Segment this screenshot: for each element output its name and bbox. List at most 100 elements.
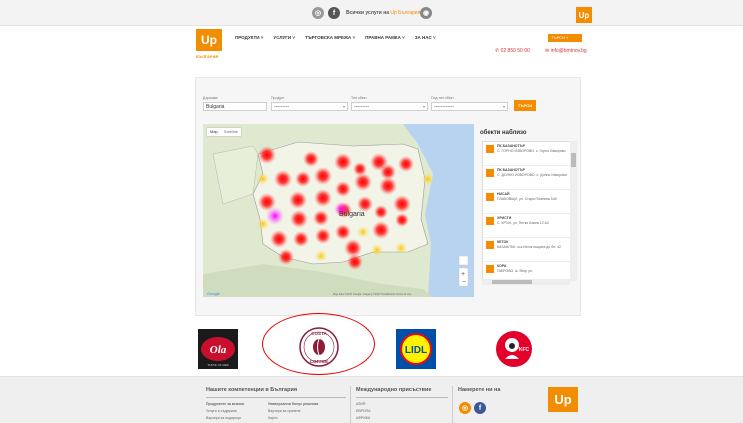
footer-col-international: Международно присъствие bbox=[356, 387, 431, 393]
location-marker-icon bbox=[486, 169, 494, 177]
footer-link[interactable]: Услуги и съдружия bbox=[206, 409, 237, 413]
list-item[interactable]: НИСАЙ ПЛАКОВЩИ, ул. Стара Планина ЪВ/ bbox=[483, 190, 571, 214]
facebook-icon[interactable]: f bbox=[328, 7, 340, 19]
costa-highlight-circle bbox=[262, 313, 375, 375]
objects-list[interactable]: ПК БАЗАНОТЪР С. ГОРНО ИЗВОРОВО, с. Горно … bbox=[482, 141, 572, 281]
item-name: ХРИСТИ bbox=[497, 216, 512, 220]
hotspot bbox=[372, 221, 390, 239]
zoom-out-icon[interactable]: − bbox=[462, 279, 466, 286]
chevron-down-icon: ▾ bbox=[422, 104, 425, 109]
top-tagline: Всички услуги на Up България bbox=[346, 10, 420, 16]
subtype-select[interactable]: ------------ ▾ bbox=[431, 102, 508, 111]
footer-column-divider bbox=[350, 386, 351, 423]
main-nav: ПРОДУКТИ ˅ УСЛУГИ ˅ ТЪРГОВСКА МРЕЖА ˅ ПР… bbox=[235, 35, 436, 40]
list-item[interactable]: ПК БАЗАНОТЪР С. ДОЛНО ИЗВОРОВО, с. Долно … bbox=[483, 166, 571, 190]
map-type-tabs: Map Satellite bbox=[207, 128, 242, 136]
scroll-thumb[interactable] bbox=[571, 153, 576, 167]
top-bar: ◎ f Всички услуги на Up България ◉ Up bbox=[0, 0, 743, 26]
footer-link[interactable]: ЕВРОПА bbox=[356, 409, 371, 413]
nav-about[interactable]: ЗА НАС ˅ bbox=[415, 35, 436, 40]
list-horizontal-scrollbar[interactable] bbox=[482, 279, 570, 285]
list-item[interactable]: ХРИСТИ С. КРЪН, ул. Петко Бакев 12 А2 bbox=[483, 214, 571, 238]
tagline-link[interactable]: Up България bbox=[390, 10, 420, 16]
footer-col-competences: Нашите компетенции в България bbox=[206, 387, 297, 393]
phone-number: 02 850 50 00 bbox=[500, 48, 530, 54]
hotspot bbox=[374, 205, 388, 219]
instagram-icon[interactable]: ◎ bbox=[459, 402, 471, 414]
item-name: ПК БАЗАНОТЪР bbox=[497, 168, 526, 172]
product-select[interactable]: --------- ▾ bbox=[271, 102, 348, 111]
country-input[interactable]: Bulgaria bbox=[203, 102, 267, 111]
footer-link[interactable]: Продуктите за всички bbox=[206, 402, 244, 406]
hotspot bbox=[295, 171, 311, 187]
ola-logo-graphic: Ola TASTE OF RED bbox=[198, 329, 238, 369]
phone-link[interactable]: ✆ 02 850 50 00 bbox=[495, 48, 530, 54]
lidl-logo-graphic: LIDL bbox=[396, 329, 436, 369]
ola-logo-text: Ola bbox=[210, 344, 227, 356]
item-name: ПК БАЗАНОТЪР bbox=[497, 144, 526, 148]
hotspot bbox=[274, 170, 292, 188]
map-view[interactable]: Bulgaria + − Map data ©2017 Google, Imag… bbox=[203, 124, 474, 297]
footer-link[interactable]: Ваучери за подаръци bbox=[206, 416, 241, 420]
map-canvas: Bulgaria + − Map data ©2017 Google, Imag… bbox=[203, 124, 474, 297]
globe-icon[interactable]: ◉ bbox=[420, 7, 432, 19]
list-vertical-scrollbar[interactable] bbox=[570, 141, 577, 281]
tab-map[interactable]: Map bbox=[207, 128, 221, 136]
instagram-icon[interactable]: ◎ bbox=[312, 7, 324, 19]
footer-up-logo[interactable]: Up bbox=[548, 387, 578, 412]
footer-link[interactable]: Универсални бонус решения bbox=[268, 402, 318, 406]
list-item[interactable]: ПК БАЗАНОТЪР С. ГОРНО ИЗВОРОВО, с. Горно … bbox=[483, 142, 571, 166]
list-item[interactable]: КЕТОК КАЗАНЛЪК, ж.к.Изток къщата до бл. 4… bbox=[483, 238, 571, 262]
location-marker-icon bbox=[486, 265, 494, 273]
nav-network[interactable]: ТЪРГОВСКА МРЕЖА ˅ bbox=[305, 35, 355, 40]
top-logo[interactable]: Up bbox=[576, 7, 592, 23]
hotspot bbox=[393, 195, 411, 213]
hotspot bbox=[357, 196, 373, 212]
hotspot bbox=[314, 167, 332, 185]
subtype-label: Под тип обект bbox=[431, 96, 454, 100]
scroll-thumb[interactable] bbox=[492, 280, 532, 284]
footer-divider bbox=[356, 397, 448, 398]
ola-logo[interactable]: Ola TASTE OF RED bbox=[198, 329, 238, 369]
nav-products[interactable]: ПРОДУКТИ ˅ bbox=[235, 35, 263, 40]
ola-tagline: TASTE OF RED bbox=[207, 363, 229, 367]
location-marker-icon bbox=[486, 145, 494, 153]
hotspot bbox=[398, 156, 414, 172]
footer-link[interactable]: АФРИКА bbox=[356, 416, 370, 420]
header-search-button[interactable]: ТЪРСИ ˅ bbox=[548, 34, 582, 42]
search-button[interactable]: ТЪРСИ bbox=[514, 100, 536, 111]
zoom-in-icon[interactable]: + bbox=[461, 271, 465, 278]
lidl-logo[interactable]: LIDL bbox=[396, 329, 436, 369]
type-value: --------- bbox=[354, 104, 369, 110]
nav-services[interactable]: УСЛУГИ ˅ bbox=[273, 35, 295, 40]
google-logo: Google bbox=[207, 291, 221, 296]
kfc-logo[interactable]: KFC bbox=[494, 329, 534, 369]
email-link[interactable]: ✉ info@bmtnov.bg bbox=[545, 48, 587, 54]
social-icons: ◎ f bbox=[312, 7, 340, 19]
footer-col3-title: Намерете ни на bbox=[458, 387, 501, 393]
objects-title: обекти наблизо bbox=[480, 130, 527, 136]
warmspot bbox=[422, 173, 434, 185]
location-marker-icon bbox=[486, 217, 494, 225]
email-address: info@bmtnov.bg bbox=[550, 48, 587, 54]
phone-icon: ✆ bbox=[495, 48, 500, 54]
facebook-icon[interactable]: f bbox=[474, 402, 486, 414]
tagline-prefix: Всички услуги на bbox=[346, 10, 390, 16]
up-logo[interactable]: Up bbox=[196, 29, 222, 51]
item-address: С. КРЪН, ул. Петко Бакев 12 А2 bbox=[497, 221, 549, 225]
chevron-down-icon: ▾ bbox=[342, 104, 345, 109]
nav-legal[interactable]: ПРАВНА РАМКА ˅ bbox=[365, 35, 405, 40]
tab-satellite[interactable]: Satellite bbox=[221, 128, 241, 136]
hotspot bbox=[354, 173, 372, 191]
pegman-icon[interactable] bbox=[458, 255, 469, 266]
footer-link[interactable]: Карти bbox=[268, 416, 277, 420]
type-label: Тип обект bbox=[351, 96, 367, 100]
kfc-logo-graphic: KFC bbox=[496, 331, 532, 367]
hotspot bbox=[395, 213, 409, 227]
type-select[interactable]: --------- ▾ bbox=[351, 102, 428, 111]
hotspot bbox=[347, 254, 363, 270]
footer-link[interactable]: Ваучери за хранене bbox=[268, 409, 301, 413]
footer-link[interactable]: АЗИЯ bbox=[356, 402, 365, 406]
warmspot bbox=[257, 218, 269, 230]
hotspot bbox=[258, 146, 276, 164]
